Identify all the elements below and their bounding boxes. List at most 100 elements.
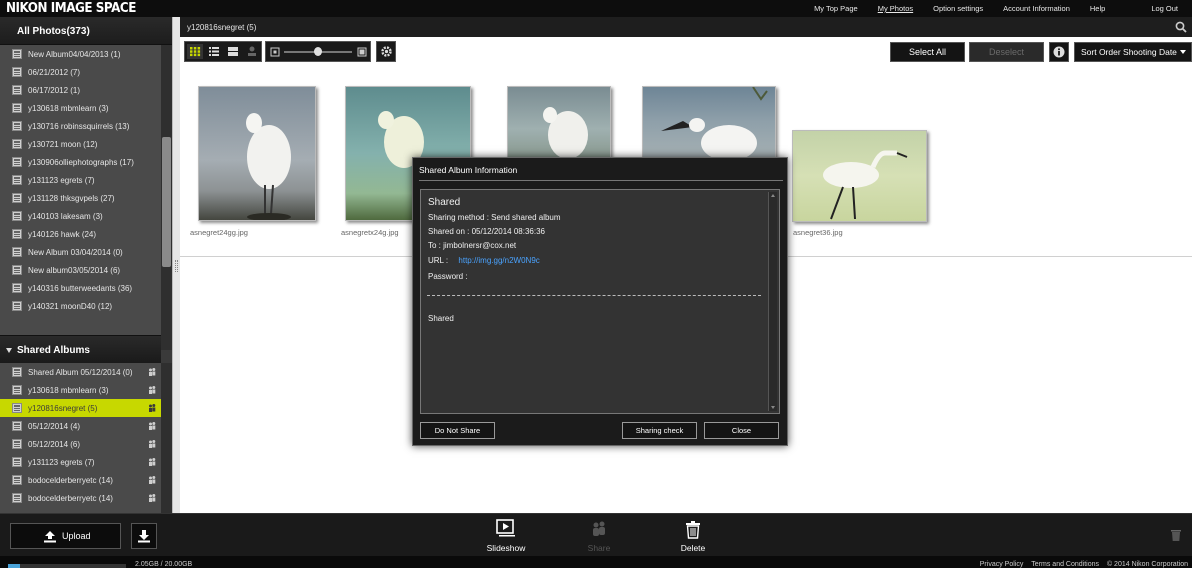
select-all-button[interactable]: Select All <box>890 42 965 62</box>
shared-album-item[interactable]: 05/12/2014 (6) <box>0 435 161 453</box>
shared-album-item[interactable]: y130618 mbmlearn (3) <box>0 381 161 399</box>
delete-button[interactable]: Delete <box>663 519 723 555</box>
slider-knob[interactable] <box>314 47 322 56</box>
sort-dropdown[interactable]: Sort Order Shooting Date <box>1074 42 1192 62</box>
list-view-icon[interactable] <box>206 44 222 59</box>
album-item[interactable]: y140316 butterweedants (36) <box>0 279 161 297</box>
app-logo[interactable]: NIKON IMAGE SPACE <box>6 1 136 16</box>
close-button[interactable]: Close <box>704 422 779 439</box>
album-icon <box>12 121 22 131</box>
egret-picture <box>543 107 588 157</box>
album-item[interactable]: 06/17/2012 (1) <box>0 81 161 99</box>
album-icon <box>12 265 22 275</box>
photo-image[interactable] <box>198 86 316 221</box>
privacy-policy-link[interactable]: Privacy Policy <box>980 561 1024 568</box>
grid-view-icon[interactable] <box>187 44 203 59</box>
download-icon <box>138 530 150 543</box>
shared-album-item[interactable]: Shared Album 05/12/2014 (0) <box>0 363 161 381</box>
album-icon <box>12 175 22 185</box>
gear-icon <box>381 46 392 57</box>
nav-my-top-page[interactable]: My Top Page <box>814 4 858 13</box>
album-label: y140103 lakesam (3) <box>28 211 103 221</box>
share-button[interactable]: Share <box>569 519 629 555</box>
panel-splitter[interactable] <box>172 17 180 513</box>
nav-log-out[interactable]: Log Out <box>1151 4 1178 13</box>
nav-my-photos[interactable]: My Photos <box>878 4 913 13</box>
album-icon <box>12 67 22 77</box>
shared-album-item[interactable]: bodocelderberryetc (14) <box>0 471 161 489</box>
shared-album-item-selected[interactable]: y120816snegret (5) <box>0 399 161 417</box>
shared-album-list: Shared Album 05/12/2014 (0) y130618 mbmle… <box>0 363 161 513</box>
download-button[interactable] <box>131 523 157 549</box>
map-view-icon[interactable] <box>244 44 260 59</box>
zoom-in-icon[interactable] <box>357 47 367 57</box>
album-item[interactable]: 06/21/2012 (7) <box>0 63 161 81</box>
album-icon <box>12 301 22 311</box>
bottom-bar: Upload Slideshow Share Delete <box>0 513 1192 556</box>
album-item[interactable]: y130716 robinssquirrels (13) <box>0 117 161 135</box>
trash-bin-icon[interactable] <box>1170 528 1182 542</box>
album-label: y131128 thksgvpels (27) <box>28 193 115 203</box>
do-not-share-button[interactable]: Do Not Share <box>420 422 495 439</box>
album-item[interactable]: New Album04/04/2013 (1) <box>0 45 161 63</box>
share-label: Share <box>587 543 611 553</box>
album-icon <box>12 103 22 113</box>
terms-link[interactable]: Terms and Conditions <box>1031 561 1099 568</box>
storage-usage-text: 2.05GB / 20.00GB <box>135 561 193 568</box>
scrollbar-thumb[interactable] <box>162 137 171 267</box>
album-item[interactable]: y140126 hawk (24) <box>0 225 161 243</box>
dialog-scrollbar[interactable] <box>768 192 777 411</box>
shared-list-scrollbar[interactable] <box>161 363 172 513</box>
shared-album-info-dialog: Shared Album Information Shared Sharing … <box>412 157 788 446</box>
album-item[interactable]: y130618 mbmlearn (3) <box>0 99 161 117</box>
album-item[interactable]: y140103 lakesam (3) <box>0 207 161 225</box>
photo-image[interactable] <box>792 130 927 222</box>
chevron-down-icon <box>1180 50 1186 54</box>
search-icon[interactable] <box>1174 20 1188 34</box>
shared-albums-header[interactable]: Shared Albums <box>0 335 161 363</box>
album-icon <box>12 475 22 485</box>
album-icon <box>12 493 22 503</box>
info-button[interactable] <box>1049 42 1069 62</box>
shared-to: To : jimbolnersr@cox.net <box>428 241 517 250</box>
copyright-text: © 2014 Nikon Corporation <box>1106 561 1188 568</box>
upload-button[interactable]: Upload <box>10 523 121 549</box>
egret-picture <box>823 150 908 220</box>
album-list-scrollbar[interactable] <box>161 45 172 350</box>
nav-option-settings[interactable]: Option settings <box>933 4 983 13</box>
album-icon <box>12 157 22 167</box>
photo-image[interactable] <box>642 86 776 158</box>
shared-album-item[interactable]: y131123 egrets (7) <box>0 453 161 471</box>
album-item[interactable]: y130906olliephotographs (17) <box>0 153 161 171</box>
photo-image[interactable] <box>507 86 611 158</box>
album-item[interactable]: y140321 moonD40 (12) <box>0 297 161 315</box>
settings-button[interactable] <box>376 41 396 62</box>
toolbar: Select All Deselect Sort Order Shooting … <box>180 37 1192 66</box>
sidebar: All Photos(373) New Album04/04/2013 (1) 0… <box>0 17 172 513</box>
album-item[interactable]: y130721 moon (12) <box>0 135 161 153</box>
all-photos-header[interactable]: All Photos(373) <box>0 17 172 45</box>
deselect-button[interactable]: Deselect <box>969 42 1044 62</box>
shared-on: Shared on : 05/12/2014 08:36:36 <box>428 227 545 236</box>
album-item[interactable]: y131123 egrets (7) <box>0 171 161 189</box>
album-item[interactable]: New album03/05/2014 (6) <box>0 261 161 279</box>
nav-account-information[interactable]: Account Information <box>1003 4 1070 13</box>
shared-people-icon <box>149 458 156 466</box>
trash-icon <box>686 521 700 539</box>
url-row: URL : http://img.gg/n2W0N9c <box>428 256 540 265</box>
shared-url-link[interactable]: http://img.gg/n2W0N9c <box>458 256 539 265</box>
album-label: y130618 mbmlearn (3) <box>28 103 109 113</box>
large-view-icon[interactable] <box>225 44 241 59</box>
thumbnail-size-slider[interactable] <box>265 41 371 62</box>
nav-help[interactable]: Help <box>1090 4 1105 13</box>
album-icon <box>12 85 22 95</box>
shared-people-icon <box>149 494 156 502</box>
shared-album-item[interactable]: bodocelderberryetc (14) <box>0 489 161 507</box>
sharing-check-button[interactable]: Sharing check <box>622 422 697 439</box>
zoom-out-icon[interactable] <box>270 47 280 57</box>
album-item[interactable]: New Album 03/04/2014 (0) <box>0 243 161 261</box>
shared-album-item[interactable]: 05/12/2014 (4) <box>0 417 161 435</box>
album-item[interactable]: y131128 thksgvpels (27) <box>0 189 161 207</box>
shared-albums-label: Shared Albums <box>17 345 90 356</box>
slideshow-button[interactable]: Slideshow <box>476 519 536 555</box>
